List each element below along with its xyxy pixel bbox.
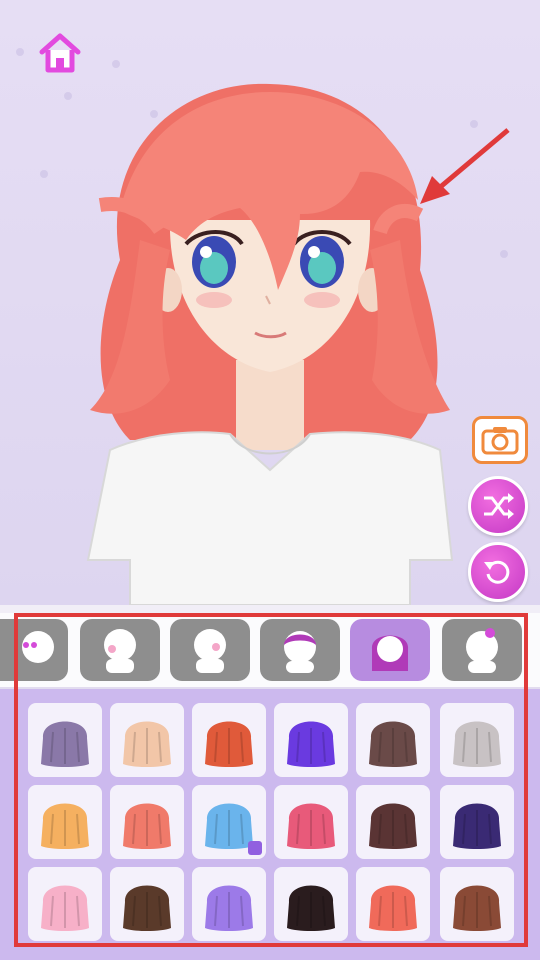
hair-style-icon (369, 803, 417, 849)
hair-item[interactable] (192, 867, 266, 941)
hair-icon (371, 635, 409, 671)
hair-icon (466, 628, 498, 673)
tab-hair-accessory[interactable] (442, 619, 522, 681)
hair-icon (284, 631, 316, 673)
video-ad-badge (248, 841, 262, 855)
shuffle-icon (484, 493, 514, 519)
face-icon (104, 629, 136, 673)
pointer-arrow (420, 128, 510, 204)
hair-style-icon (41, 885, 89, 931)
hair-item[interactable] (440, 703, 514, 777)
hair-item[interactable] (192, 785, 266, 859)
hair-item[interactable] (192, 703, 266, 777)
hair-style-icon (287, 803, 335, 849)
reset-icon (484, 560, 510, 584)
hair-item[interactable] (356, 785, 430, 859)
shuffle-button[interactable] (468, 476, 528, 536)
hair-item[interactable] (440, 867, 514, 941)
hair-style-icon (41, 803, 89, 849)
tab-front-hair[interactable] (260, 619, 340, 681)
hair-style-icon (369, 885, 417, 931)
avatar-stage (0, 0, 540, 605)
tab-face[interactable] (170, 619, 250, 681)
hair-style-icon (287, 721, 335, 767)
category-tabs (0, 613, 540, 689)
hair-style-icon (287, 885, 335, 931)
hair-style-icon (123, 885, 171, 931)
hair-item[interactable] (110, 785, 184, 859)
hair-item[interactable] (28, 703, 102, 777)
hair-style-icon (205, 885, 253, 931)
item-grid (0, 689, 540, 960)
tab-blush[interactable] (80, 619, 160, 681)
hair-item[interactable] (440, 785, 514, 859)
tab-eyes[interactable] (0, 619, 68, 681)
hair-style-icon (123, 803, 171, 849)
customization-panel (0, 605, 540, 960)
face-icon (194, 629, 226, 673)
hair-style-icon (205, 721, 253, 767)
hair-item[interactable] (356, 703, 430, 777)
hair-style-icon (453, 803, 501, 849)
home-icon (39, 33, 81, 73)
hair-item[interactable] (274, 703, 348, 777)
face-icon (22, 631, 54, 663)
hair-item[interactable] (274, 867, 348, 941)
hair-style-icon (453, 721, 501, 767)
hair-style-icon (369, 721, 417, 767)
camera-button[interactable] (472, 416, 528, 464)
hair-item[interactable] (110, 703, 184, 777)
hair-item[interactable] (356, 867, 430, 941)
reset-button[interactable] (468, 542, 528, 602)
hair-item[interactable] (28, 867, 102, 941)
hair-item[interactable] (110, 867, 184, 941)
hair-item[interactable] (28, 785, 102, 859)
home-button[interactable] (36, 30, 84, 74)
hair-style-icon (41, 721, 89, 767)
hair-style-icon (123, 721, 171, 767)
camera-icon (481, 427, 519, 455)
hair-style-icon (453, 885, 501, 931)
hair-item[interactable] (274, 785, 348, 859)
tab-back-hair[interactable] (350, 619, 430, 681)
